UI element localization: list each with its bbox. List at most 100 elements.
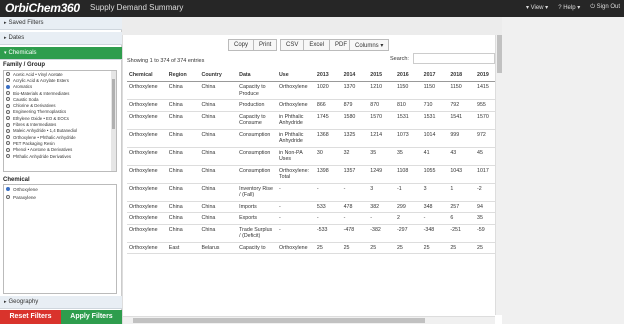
table-cell: 870 (368, 99, 395, 112)
radio-button[interactable] (6, 154, 10, 158)
table-cell: 45 (475, 147, 495, 166)
table-cell: Orthoxylene (127, 129, 167, 148)
chevron-right-icon: ▸ (4, 299, 7, 305)
radio-button[interactable] (6, 135, 10, 140)
family-option-label: Acrylic Acid & Acrylate Esters (13, 77, 69, 83)
table-cell: -1 (394, 183, 422, 202)
apply-filters-button[interactable]: Apply Filters (61, 310, 122, 324)
saved-filters-header[interactable]: ▸ Saved Filters (0, 17, 122, 30)
table-row: Orthoxylene China China Inventory Rise / (F… (127, 183, 495, 202)
table-cell: Orthoxylene (276, 99, 315, 112)
top-bar: OrbiChem360 Supply Demand Summary ▾ View… (0, 0, 624, 17)
table-cell: Exports (237, 212, 277, 225)
radio-button[interactable] (6, 141, 10, 146)
family-list-scrollbar[interactable] (111, 71, 116, 171)
table-cell: 1 (448, 183, 475, 202)
excel-button[interactable]: Excel (304, 39, 331, 51)
table-cell: 1108 (394, 165, 422, 184)
chevron-right-icon: ▸ (4, 20, 7, 26)
column-header[interactable]: Country (199, 69, 238, 82)
table-cell: Orthoxylene (276, 242, 315, 254)
csv-button[interactable]: CSV (280, 39, 305, 51)
table-cell: Capacity to (237, 242, 277, 254)
chemicals-header[interactable]: ▾ Chemicals (0, 47, 122, 60)
scrollbar-thumb[interactable] (497, 35, 502, 73)
column-header[interactable]: Chemical (127, 69, 167, 82)
column-header[interactable]: 2015 (368, 69, 395, 82)
radio-button[interactable] (6, 103, 10, 108)
table-vertical-scrollbar[interactable] (495, 35, 502, 315)
app-logo[interactable]: OrbiChem360 (5, 1, 80, 15)
family-list: Acetic Acid • Vinyl Acetate Acrylic Acid … (3, 70, 117, 172)
column-header[interactable]: Use (276, 69, 315, 82)
columns-group: Columns ▾ (349, 39, 390, 51)
chemical-option[interactable]: Orthoxylene (4, 185, 116, 193)
copy-print-group: Copy Print (228, 39, 278, 51)
column-header[interactable]: 2014 (341, 69, 369, 82)
print-button[interactable]: Print (254, 39, 278, 51)
search-input[interactable] (413, 53, 495, 64)
table-cell: China (166, 111, 200, 130)
radio-button[interactable] (6, 128, 10, 133)
radio-button[interactable] (6, 72, 10, 77)
radio-button[interactable] (6, 116, 10, 121)
table-cell: 1415 (475, 81, 495, 100)
column-header[interactable]: 2019 (475, 69, 495, 82)
table-row: Orthoxylene China China Production Orthoxyle… (127, 99, 495, 112)
table-cell: 1249 (368, 165, 395, 184)
radio-button[interactable] (6, 78, 10, 83)
view-menu[interactable]: ▾ View ▾ (526, 4, 548, 11)
table-cell: - (276, 212, 315, 225)
data-table-area: Copy Print CSV Excel PDF Columns ▾ Showi… (123, 35, 495, 324)
table-cell: 972 (475, 129, 495, 148)
table-cell: -533 (314, 224, 342, 243)
table-cell: Consumption (237, 147, 277, 166)
table-cell: 810 (394, 99, 422, 112)
radio-button[interactable] (6, 84, 10, 89)
columns-button[interactable]: Columns ▾ (349, 39, 390, 51)
table-cell: China (166, 99, 200, 112)
table-cell: 1398 (314, 165, 342, 184)
table-cell: China (199, 147, 238, 166)
radio-button[interactable] (6, 147, 10, 152)
radio-button[interactable] (6, 122, 10, 127)
table-cell: Orthoxylene (127, 224, 167, 243)
table-cell: 1210 (368, 81, 395, 100)
radio-button[interactable] (6, 195, 10, 199)
table-cell: Orthoxylene: Total (276, 165, 315, 184)
table-cell: Orthoxylene (127, 81, 167, 100)
chemical-option[interactable]: Paraxylene (4, 193, 116, 201)
radio-button[interactable] (6, 97, 10, 102)
table-cell: China (199, 111, 238, 130)
help-menu[interactable]: ? Help ▾ (558, 4, 580, 11)
table-cell: 25 (368, 242, 395, 254)
table-cell: -297 (394, 224, 422, 243)
column-header[interactable]: 2017 (421, 69, 449, 82)
scrollbar-thumb[interactable] (133, 318, 425, 323)
column-header[interactable]: 2016 (394, 69, 422, 82)
copy-button[interactable]: Copy (228, 39, 255, 51)
table-cell: 1368 (314, 129, 342, 148)
family-option-label: Maleic Anhydride • 1,4 Butanediol (13, 128, 78, 134)
table-cell: 710 (421, 99, 449, 112)
table-cell: 533 (314, 201, 342, 213)
table-cell: 1570 (368, 111, 395, 130)
radio-button[interactable] (6, 109, 10, 114)
column-header[interactable]: Region (166, 69, 200, 82)
column-header[interactable]: 2018 (448, 69, 475, 82)
family-option[interactable]: Phthalic Anhydride Derivatives (4, 153, 116, 159)
table-cell: 6 (448, 212, 475, 225)
column-header[interactable]: Data (237, 69, 277, 82)
radio-button[interactable] (6, 187, 10, 191)
table-row: Orthoxylene China China Capacity to Consume… (127, 111, 495, 130)
geography-header[interactable]: ▸ Geography (0, 296, 122, 309)
family-group-title: Family / Group (3, 62, 46, 68)
reset-filters-button[interactable]: Reset Filters (0, 310, 61, 324)
scrollbar-thumb[interactable] (112, 79, 115, 129)
sign-out-link[interactable]: ⏻ Sign Out (590, 4, 620, 11)
table-row: Orthoxylene East Belarus Capacity to Orthoxy… (127, 242, 495, 254)
table-horizontal-scrollbar[interactable] (123, 316, 495, 324)
dates-header[interactable]: ▸ Dates (0, 32, 122, 45)
radio-button[interactable] (6, 91, 10, 96)
column-header[interactable]: 2013 (314, 69, 342, 82)
